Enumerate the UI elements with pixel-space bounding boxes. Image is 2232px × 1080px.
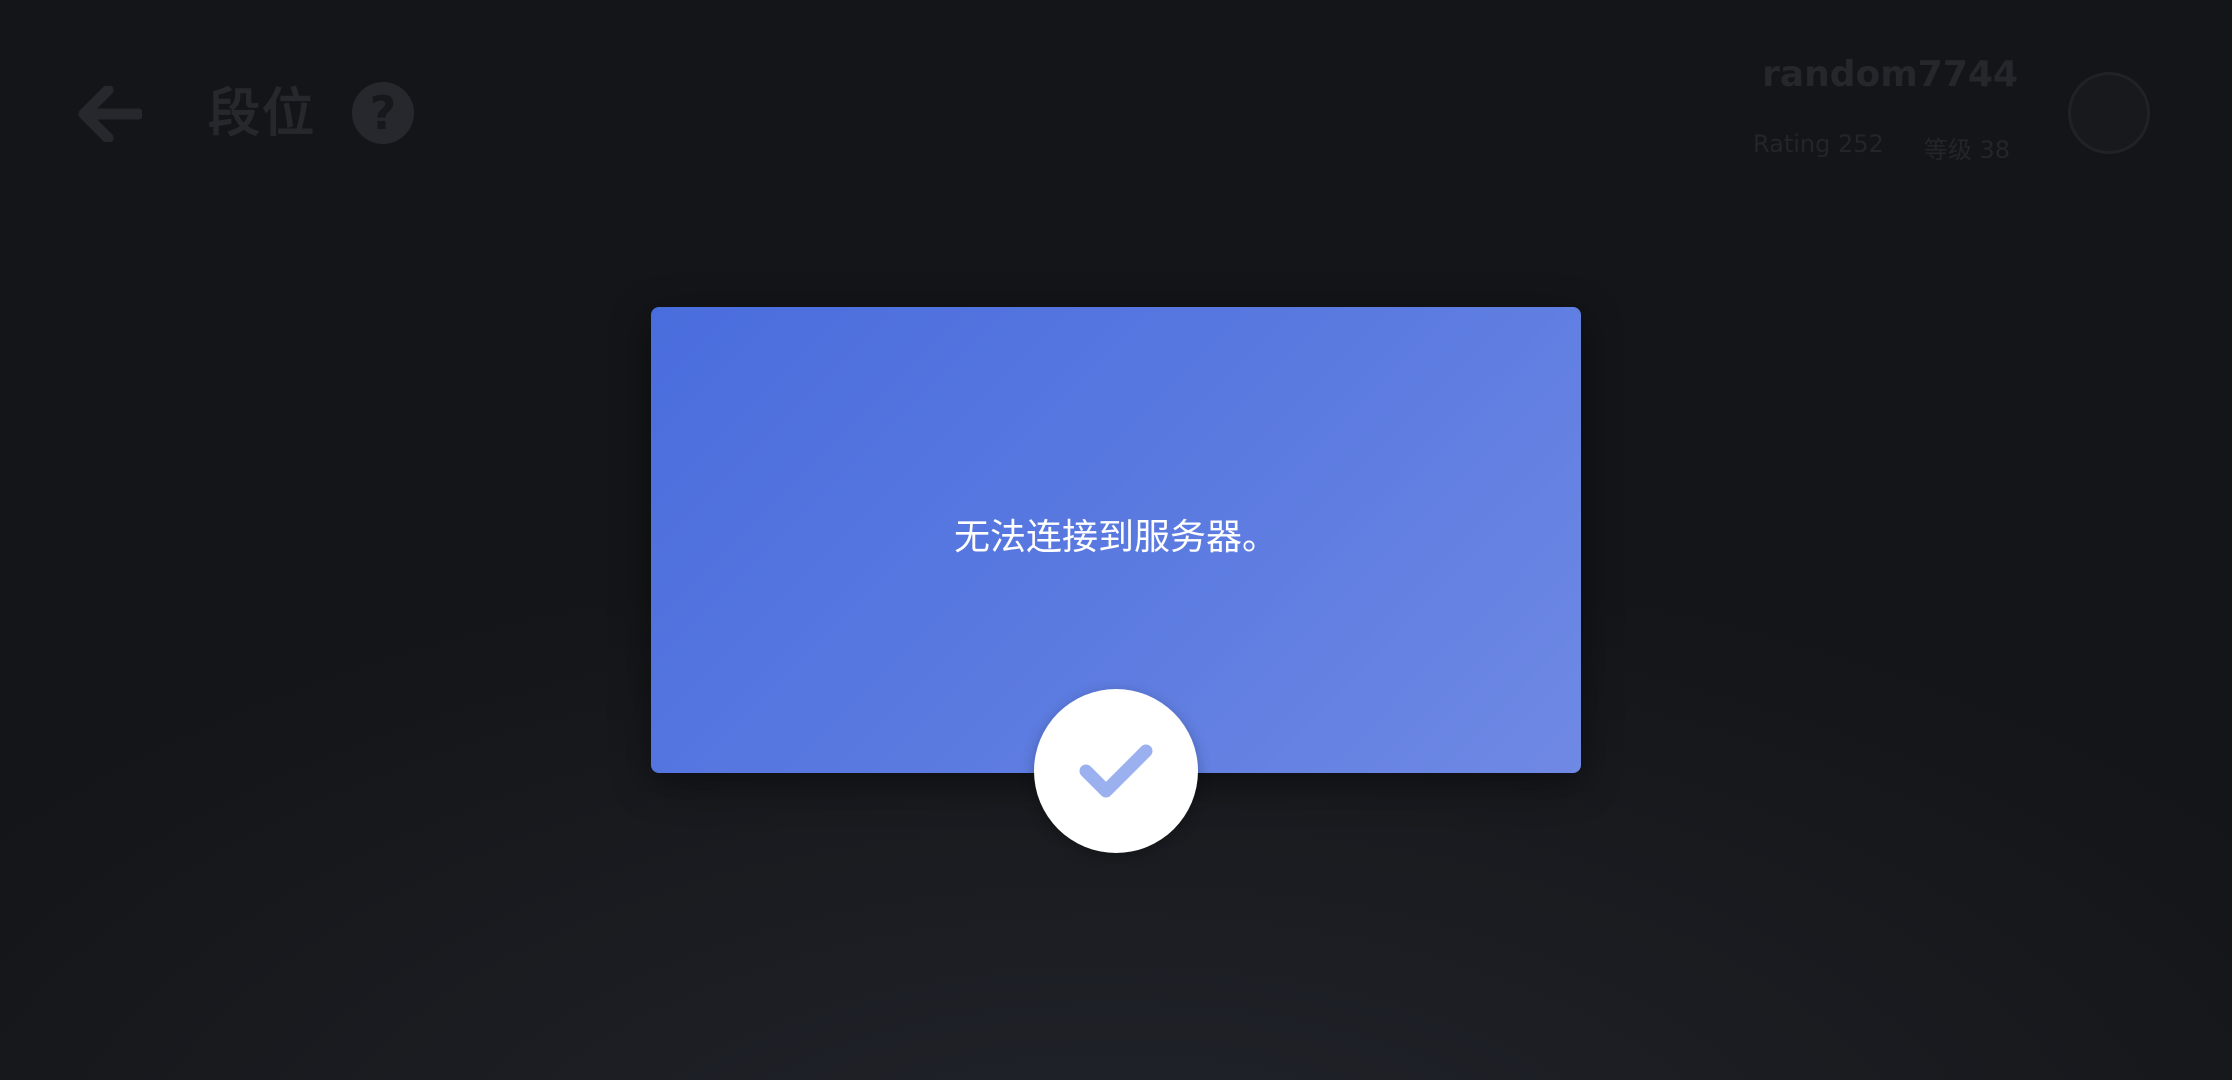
player-stats: Rating 252 等级 38 xyxy=(1753,130,2010,165)
back-button[interactable] xyxy=(74,78,146,150)
username: random7744 xyxy=(1762,54,2018,95)
confirm-button[interactable] xyxy=(1034,689,1198,853)
avatar[interactable] xyxy=(2068,72,2150,154)
page-title: 段位 xyxy=(208,84,317,144)
arrow-left-icon xyxy=(78,86,142,142)
rating-label: Rating 252 xyxy=(1753,130,1884,158)
dialog-message: 无法连接到服务器。 xyxy=(953,517,1278,558)
help-button[interactable]: ? xyxy=(352,82,414,144)
checkmark-icon xyxy=(1079,744,1153,798)
level-label: 等级 38 xyxy=(1923,136,2010,164)
question-circle-icon: ? xyxy=(369,86,397,140)
